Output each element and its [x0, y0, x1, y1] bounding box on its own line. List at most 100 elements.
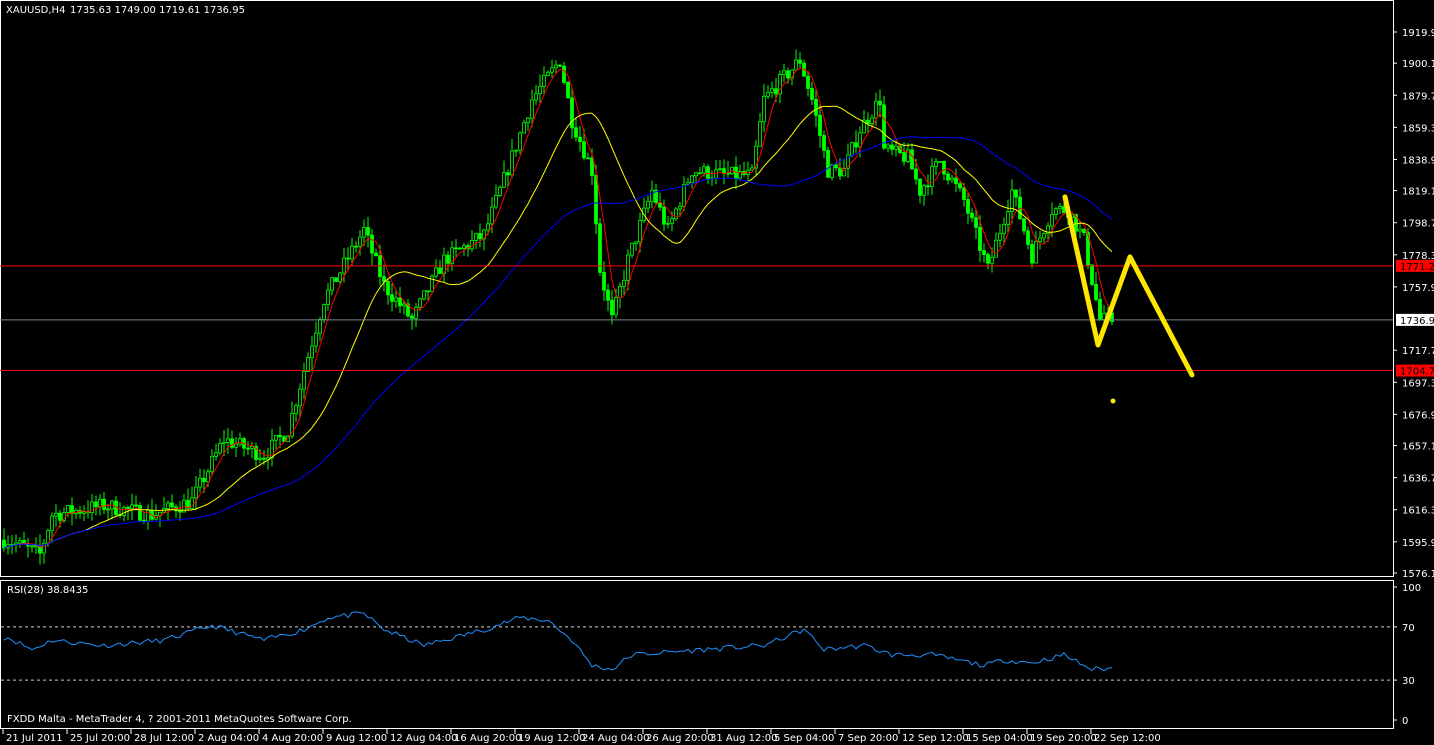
- candle: [1058, 206, 1062, 210]
- candle: [750, 167, 754, 171]
- candle: [310, 345, 314, 359]
- candle: [198, 477, 202, 488]
- candle: [474, 233, 478, 241]
- candle: [822, 135, 826, 151]
- candle: [666, 222, 670, 225]
- copyright-label: FXDD Malta - MetaTrader 4, ? 2001-2011 M…: [7, 714, 352, 725]
- candle: [102, 498, 106, 510]
- horizontal-lines[interactable]: 1771.28 1704.75 1736.95: [0, 259, 1434, 378]
- candle: [1082, 228, 1086, 234]
- candle: [866, 119, 870, 124]
- x-tick-label: 5 Sep 04:00: [774, 733, 834, 744]
- candle: [674, 208, 678, 219]
- candle: [1022, 218, 1026, 232]
- candle: [358, 236, 362, 247]
- y-tick-label: 1900.10: [1402, 59, 1434, 70]
- candle: [1054, 208, 1058, 216]
- x-tick-label: 28 Jul 12:00: [134, 733, 194, 744]
- candle: [858, 132, 862, 148]
- candle: [370, 234, 374, 254]
- candle: [366, 227, 370, 236]
- candle: [458, 247, 462, 250]
- candle: [818, 114, 822, 136]
- candle: [834, 164, 838, 169]
- candle: [990, 256, 994, 264]
- candle: [966, 199, 970, 214]
- candle: [446, 254, 450, 264]
- candle: [582, 141, 586, 159]
- x-tick-label: 7 Sep 20:00: [838, 733, 898, 744]
- candle: [910, 149, 914, 170]
- y-tick-label: 1636.70: [1402, 474, 1434, 485]
- candle: [1014, 189, 1018, 198]
- y-tick-label: 1717.70: [1402, 346, 1434, 357]
- candle: [602, 271, 606, 291]
- candle: [902, 152, 906, 162]
- candle: [850, 142, 854, 156]
- candle: [1050, 214, 1054, 227]
- candle: [306, 357, 310, 372]
- chart-canvas[interactable]: 1919.90 1900.10 1879.70 1859.30 1838.90 1819.…: [0, 0, 1434, 745]
- y-tick-label: 1697.30: [1402, 378, 1434, 389]
- candle: [414, 306, 418, 319]
- candle: [766, 91, 770, 97]
- rsi-tick-label: 30: [1402, 676, 1415, 687]
- candle: [486, 223, 490, 231]
- candle: [706, 166, 710, 180]
- candle: [946, 173, 950, 181]
- candle: [1006, 211, 1010, 225]
- candle: [922, 185, 926, 196]
- x-tick-label: 9 Aug 12:00: [326, 733, 387, 744]
- candle: [622, 279, 626, 287]
- candle: [314, 332, 318, 347]
- y-tick-label: 1757.90: [1402, 283, 1434, 294]
- candle: [50, 515, 54, 532]
- candle: [462, 245, 466, 249]
- candle: [950, 177, 954, 181]
- y-tick-label: 1616.30: [1402, 506, 1434, 517]
- candle: [166, 502, 170, 509]
- candle: [690, 175, 694, 184]
- candle: [882, 104, 886, 149]
- price-level-label: 1771.28: [1400, 262, 1434, 273]
- x-tick-label: 4 Aug 20:00: [262, 733, 323, 744]
- candle: [638, 220, 642, 243]
- candle: [838, 167, 842, 177]
- rsi-tick-label: 0: [1402, 716, 1408, 727]
- candle: [398, 297, 402, 307]
- candle: [886, 144, 890, 149]
- zigzag-drawing[interactable]: [1062, 194, 1195, 404]
- candle: [958, 183, 962, 189]
- candle: [298, 388, 302, 407]
- candle: [718, 168, 722, 171]
- x-tick-label: 19 Sep 20:00: [1030, 733, 1097, 744]
- candle: [274, 434, 278, 441]
- candle: [774, 88, 778, 95]
- y-tick-label: 1676.90: [1402, 410, 1434, 421]
- candle: [434, 267, 438, 277]
- candle: [550, 67, 554, 73]
- candle: [562, 65, 566, 83]
- candle: [234, 443, 238, 448]
- candle: [502, 172, 506, 188]
- main-panel-border: [0, 0, 1394, 577]
- candle: [578, 136, 582, 143]
- candle: [942, 161, 946, 175]
- candle: [934, 161, 938, 168]
- candle: [650, 189, 654, 202]
- candle: [34, 545, 38, 548]
- candle: [670, 218, 674, 224]
- candle: [170, 502, 174, 508]
- candle: [1002, 223, 1006, 234]
- y-tick-label: 1819.10: [1402, 187, 1434, 198]
- y-tick-label: 1595.90: [1402, 538, 1434, 549]
- x-tick-label: 31 Aug 12:00: [710, 733, 777, 744]
- candle: [806, 75, 810, 89]
- candle: [418, 298, 422, 308]
- candle: [1094, 283, 1098, 300]
- candle: [250, 445, 254, 449]
- candle: [634, 241, 638, 244]
- candle: [682, 183, 686, 207]
- candle: [814, 99, 818, 116]
- price-level-label: 1704.75: [1400, 367, 1434, 378]
